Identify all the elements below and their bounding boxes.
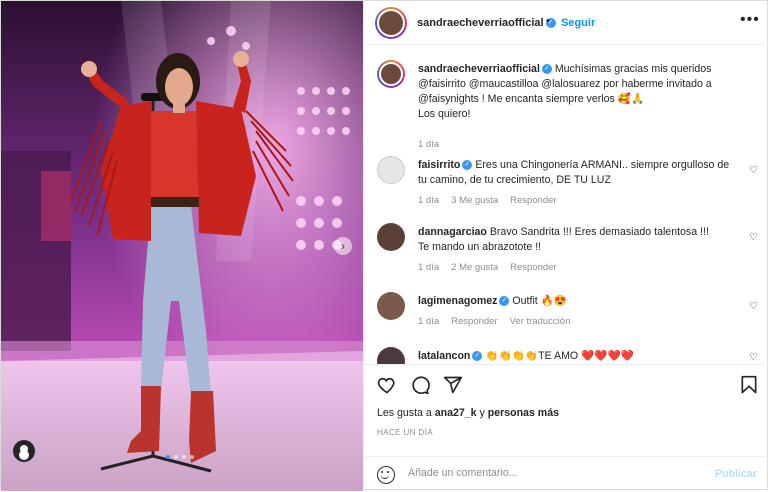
verified-badge-icon: ✓ bbox=[499, 296, 510, 307]
comment-username[interactable]: dannagarciao bbox=[418, 226, 487, 238]
carousel-dot bbox=[174, 455, 178, 459]
comment-text: lagimenagomez ✓ Outfit 🔥😍 bbox=[418, 295, 568, 307]
caption-meta: 1 día bbox=[418, 139, 440, 150]
commenter-avatar[interactable] bbox=[377, 347, 405, 364]
reply-button[interactable]: Responder bbox=[510, 195, 556, 206]
add-comment-bar: Publicar bbox=[364, 456, 768, 492]
translate-button[interactable]: Ver traducción bbox=[510, 316, 571, 327]
comment-likes[interactable]: 3 Me gusta bbox=[451, 195, 498, 206]
comment-username[interactable]: lagimenagomez bbox=[418, 295, 497, 307]
verified-badge-icon: ✓ bbox=[462, 160, 473, 171]
caption-text: sandraecheverriaofficial ✓ Muchísimas gra… bbox=[418, 63, 712, 120]
carousel-dot bbox=[182, 455, 186, 459]
comment-like-icon[interactable]: ♡ bbox=[749, 352, 758, 363]
verified-badge-icon: ✓ bbox=[541, 64, 552, 75]
performer-photo bbox=[1, 1, 363, 491]
comment-like-icon[interactable]: ♡ bbox=[749, 301, 758, 312]
author-username[interactable]: sandraecheverriaofficial ✓ bbox=[417, 17, 556, 29]
comment-like-icon[interactable]: ♡ bbox=[749, 165, 758, 176]
comment-icon[interactable] bbox=[410, 375, 430, 395]
reply-button[interactable]: Responder bbox=[451, 316, 497, 327]
more-options-icon[interactable]: ••• bbox=[740, 11, 760, 29]
comment-text: dannagarciao Bravo Sandrita !!! Eres dem… bbox=[418, 226, 709, 253]
comment-like-icon[interactable]: ♡ bbox=[749, 232, 758, 243]
carousel-dot-active bbox=[166, 455, 170, 459]
comment-meta: 1 día 2 Me gusta Responder bbox=[418, 262, 557, 273]
carousel-indicator bbox=[166, 455, 194, 459]
commenter-avatar[interactable] bbox=[377, 292, 405, 320]
next-photo-button[interactable]: › bbox=[334, 237, 352, 255]
post-details-panel: sandraecheverriaofficial ✓ • Seguir ••• s… bbox=[363, 1, 768, 491]
reply-button[interactable]: Responder bbox=[510, 262, 556, 273]
post-actions: Les gusta a ana27_k y personas más HACE … bbox=[364, 364, 768, 491]
comment-meta: 1 día Responder Ver traducción bbox=[418, 316, 571, 327]
commenter-avatar[interactable] bbox=[377, 223, 405, 251]
comment-username[interactable]: latalancon bbox=[418, 350, 470, 362]
heart-icon[interactable] bbox=[377, 375, 397, 395]
carousel-dot bbox=[190, 455, 194, 459]
comment-meta: 1 día 3 Me gusta Responder bbox=[418, 195, 557, 206]
likes-count-link[interactable]: personas más bbox=[488, 407, 559, 419]
post-header: sandraecheverriaofficial ✓ • Seguir ••• bbox=[364, 1, 768, 45]
emoji-icon[interactable] bbox=[377, 466, 395, 484]
author-avatar[interactable] bbox=[375, 7, 407, 39]
bookmark-icon[interactable] bbox=[740, 375, 758, 395]
comment-text: latalancon ✓ 👏👏👏👏TE AMO ❤️❤️❤️❤️ bbox=[418, 350, 634, 362]
commenter-avatar[interactable] bbox=[377, 156, 405, 184]
liker-username[interactable]: ana27_k bbox=[435, 407, 477, 419]
tagged-users-icon[interactable] bbox=[13, 440, 35, 462]
comment-input[interactable] bbox=[408, 467, 708, 479]
comment-text: faisirrito ✓ Eres una Chingonería ARMANI.… bbox=[418, 159, 730, 186]
publish-button[interactable]: Publicar bbox=[715, 468, 757, 480]
header-separator: • bbox=[546, 15, 550, 27]
share-icon[interactable] bbox=[443, 375, 463, 395]
comment-likes[interactable]: 2 Me gusta bbox=[451, 262, 498, 273]
follow-button[interactable]: Seguir bbox=[561, 17, 595, 29]
comments-list[interactable]: sandraecheverriaofficial ✓ Muchísimas gra… bbox=[364, 46, 768, 364]
caption-avatar[interactable] bbox=[377, 60, 405, 88]
post-timestamp[interactable]: HACE UN DÍA bbox=[377, 428, 433, 437]
post-photo[interactable]: › bbox=[1, 1, 363, 491]
likes-summary[interactable]: Les gusta a ana27_k y personas más bbox=[377, 407, 559, 419]
instagram-post-modal: › sandraecheverriaofficial ✓ • Seguir ••• bbox=[0, 0, 768, 491]
comment-username[interactable]: faisirrito bbox=[418, 159, 460, 171]
verified-badge-icon: ✓ bbox=[472, 351, 483, 362]
caption-username[interactable]: sandraecheverriaofficial bbox=[418, 63, 540, 75]
